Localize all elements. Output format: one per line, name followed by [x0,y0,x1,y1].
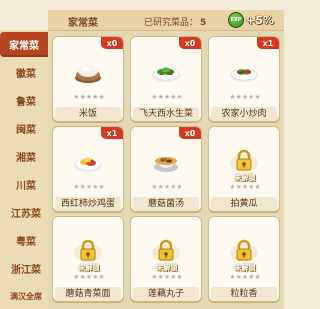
lock-icon [73,237,103,265]
sidebar-item-jiangsu[interactable]: 江苏菜 [6,200,46,225]
dish-card[interactable]: x0 ★★★★★ 蘑菇菌汤 [130,126,202,212]
sidebar-item-zhejiang[interactable]: 浙江菜 [6,256,46,281]
sidebar-item-anhui[interactable]: 徽菜 [6,60,46,85]
sidebar-item-homestyle[interactable]: 家常菜 [0,32,48,57]
dish-card-locked[interactable]: 未解锁 ★★★★★ 拍黄瓜 [208,126,280,212]
dish-stars: ★★★★★ [151,273,183,281]
rice-bowl-icon [73,59,103,85]
sidebar-item-fujian[interactable]: 闽菜 [6,116,46,141]
tomato-egg-icon [73,149,103,175]
locked-label: 未解锁 [234,264,256,272]
stir-fried-pork-icon [229,59,259,85]
dish-name: 蘑菇菌汤 [133,197,199,211]
dish-name: 西红柿炒鸡蛋 [55,197,121,211]
dish-card-locked[interactable]: 未解锁 ★★★★★ 粒粒香 [208,216,280,302]
dish-card[interactable]: x0 ★★★★★ 米饭 [52,36,124,122]
sidebar-item-sichuan[interactable]: 川菜 [6,172,46,197]
dish-name: 米饭 [55,107,121,121]
sidebar-item-guangdong[interactable]: 粤菜 [6,228,46,253]
sidebar-item-manchu-han[interactable]: 满汉全席 [6,284,46,309]
dish-count-badge: x0 [179,37,201,49]
dish-count-badge: x1 [257,37,279,49]
dish-grid: x0 ★★★★★ 米饭 x0 ★★★★★ 飞天西水生菜 x1 ★★★★★ 农家小… [48,31,284,309]
dish-card-locked[interactable]: 未解锁 ★★★★★ 莲藕丸子 [130,216,202,302]
dish-name: 飞天西水生菜 [133,107,199,121]
dish-name: 粒粒香 [211,287,277,301]
lock-icon [151,237,181,265]
mushroom-soup-icon [151,149,181,175]
lettuce-dish-icon [151,59,181,85]
sidebar-item-shandong[interactable]: 鲁菜 [6,88,46,113]
dish-card[interactable]: x1 ★★★★★ 西红柿炒鸡蛋 [52,126,124,212]
dish-card[interactable]: x0 ★★★★★ 飞天西水生菜 [130,36,202,122]
lock-icon [229,237,259,265]
dish-card-locked[interactable]: 未解锁 ★★★★★ 蘑菇青菜面 [52,216,124,302]
researched-label: 已研究菜品： [144,18,199,28]
researched-count-label: 已研究菜品： 5 [144,15,206,28]
dish-count-badge: x0 [101,37,123,49]
dish-stars: ★★★★★ [151,93,183,101]
locked-label: 未解锁 [234,174,256,182]
dish-name: 农家小炒肉 [211,107,277,121]
dish-stars: ★★★★★ [229,93,261,101]
locked-label: 未解锁 [156,264,178,272]
exp-bonus: +5% [246,14,274,27]
dish-count-badge: x1 [101,127,123,139]
lock-icon [229,147,259,175]
sidebar-item-hunan[interactable]: 湘菜 [6,144,46,169]
dish-stars: ★★★★★ [229,273,261,281]
cuisine-sidebar: 家常菜 徽菜 鲁菜 闽菜 湘菜 川菜 江苏菜 粤菜 浙江菜 满汉全席 [0,30,48,309]
dish-stars: ★★★★★ [73,273,105,281]
dish-name: 莲藕丸子 [133,287,199,301]
dish-stars: ★★★★★ [73,183,105,191]
exp-icon: EXP [228,12,244,28]
category-title: 家常菜 [68,18,98,29]
researched-count: 5 [200,18,207,28]
dish-stars: ★★★★★ [151,183,183,191]
dish-stars: ★★★★★ [229,183,261,191]
dish-name: 蘑菇青菜面 [55,287,121,301]
dish-card[interactable]: x1 ★★★★★ 农家小炒肉 [208,36,280,122]
dish-count-badge: x0 [179,127,201,139]
dish-stars: ★★★★★ [73,93,105,101]
locked-label: 未解锁 [78,264,100,272]
dish-name: 拍黄瓜 [211,197,277,211]
